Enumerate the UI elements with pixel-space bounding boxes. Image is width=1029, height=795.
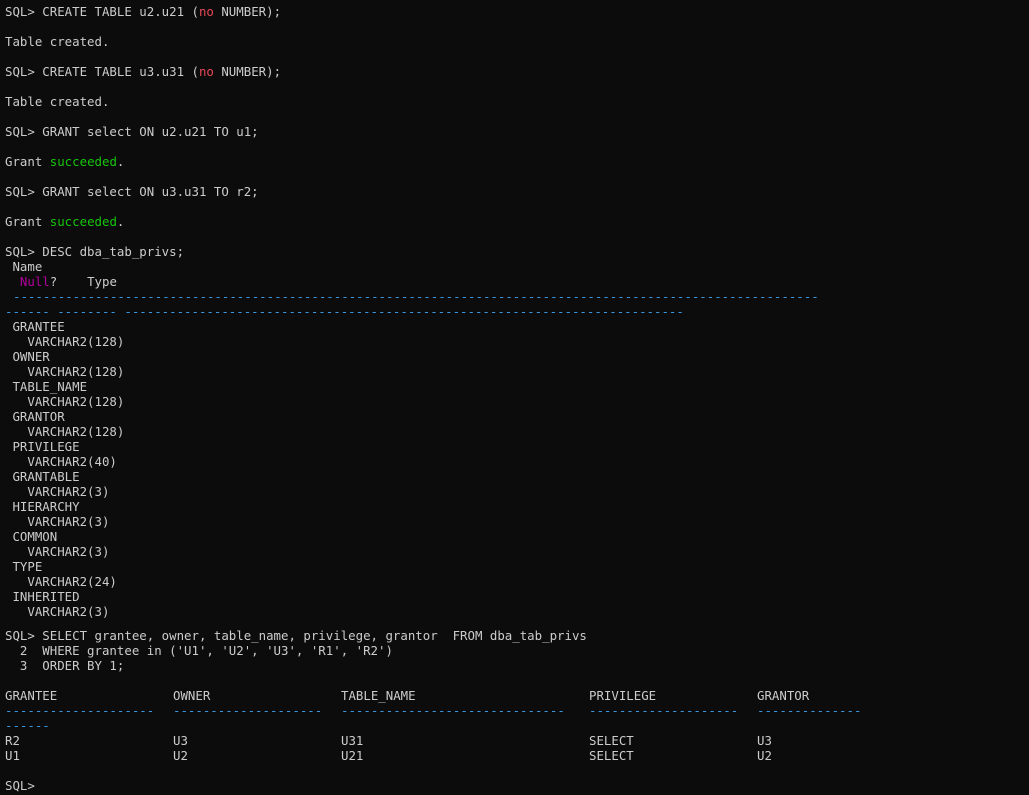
desc-header-null-type: Null? Type (5, 274, 117, 289)
desc-column-type: VARCHAR2(128) (5, 364, 125, 379)
type-label: ? Type (49, 274, 117, 289)
desc-header-name: Name (5, 259, 43, 274)
cell-grantee: U1 (5, 748, 20, 763)
desc-column-type: VARCHAR2(3) (5, 604, 110, 619)
cell-owner: U2 (173, 748, 188, 763)
report-header-grantor: GRANTOR (757, 688, 810, 703)
cell-owner: U3 (173, 733, 188, 748)
command-desc: SQL> DESC dba_tab_privs; (5, 244, 185, 259)
result-table-created: Table created. (5, 34, 110, 49)
desc-column-type: VARCHAR2(24) (5, 574, 117, 589)
cell-grantee: R2 (5, 733, 20, 748)
null-label: Null (19, 274, 50, 289)
command-select: SQL> SELECT grantee, owner, table_name, … (5, 628, 587, 643)
desc-column-name: INHERITED (5, 589, 80, 604)
cell-grantor: U3 (757, 733, 772, 748)
cell-privilege: SELECT (589, 733, 634, 748)
command-create-u2: SQL> CREATE TABLE u2.u21 (no NUMBER); (5, 4, 281, 19)
desc-rule-line: ----------------------------------------… (13, 289, 819, 304)
success-word: succeeded (49, 154, 117, 169)
report-header-grantee: GRANTEE (5, 688, 58, 703)
table-row: U1 U2 U21 SELECT U2 (5, 748, 1025, 763)
cell-table-name: U21 (341, 748, 364, 763)
cell-grantor: U2 (757, 748, 772, 763)
report-rule: -------------- (757, 703, 862, 718)
desc-column-type: VARCHAR2(3) (5, 514, 110, 529)
desc-column-name: TABLE_NAME (5, 379, 88, 394)
command-select-line: 2 WHERE grantee in ('U1', 'U2', 'U3', 'R… (5, 643, 393, 658)
report-rule: ------------------------------ (341, 703, 565, 718)
desc-column-name: HIERARCHY (5, 499, 80, 514)
desc-column-name: PRIVILEGE (5, 439, 80, 454)
terminal-window[interactable]: SQL> CREATE TABLE u2.u21 (no NUMBER); Ta… (0, 0, 1029, 795)
table-row: R2 U3 U31 SELECT U3 (5, 733, 1025, 748)
desc-column-name: GRANTOR (5, 409, 65, 424)
report-header-privilege: PRIVILEGE (589, 688, 657, 703)
result-text: Grant (5, 154, 50, 169)
keyword-no: no (198, 64, 214, 79)
report-header-table-name: TABLE_NAME (341, 688, 416, 703)
desc-column-type: VARCHAR2(128) (5, 424, 125, 439)
cell-table-name: U31 (341, 733, 364, 748)
desc-column-type: VARCHAR2(3) (5, 544, 110, 559)
result-text: . (116, 214, 125, 229)
desc-column-name: OWNER (5, 349, 50, 364)
report-header-owner: OWNER (173, 688, 211, 703)
command-text: SQL> CREATE TABLE u3.u31 ( (5, 64, 199, 79)
desc-column-name: GRANTABLE (5, 469, 80, 484)
desc-column-type: VARCHAR2(128) (5, 334, 125, 349)
report-rule: -------------------- (5, 703, 155, 718)
desc-column-name: GRANTEE (5, 319, 65, 334)
command-grant-u1: SQL> GRANT select ON u2.u21 TO u1; (5, 124, 259, 139)
keyword-no: no (198, 4, 214, 19)
command-prompt[interactable]: SQL> (5, 778, 42, 793)
cell-privilege: SELECT (589, 748, 634, 763)
report-header-row: GRANTEE OWNER TABLE_NAME PRIVILEGE GRANT… (5, 688, 1025, 703)
result-text: Grant (5, 214, 50, 229)
result-table-created: Table created. (5, 94, 110, 109)
desc-column-type: VARCHAR2(40) (5, 454, 117, 469)
command-text: NUMBER); (213, 4, 282, 19)
report-rule: -------------------- (589, 703, 739, 718)
result-text: . (116, 154, 125, 169)
command-grant-r2: SQL> GRANT select ON u3.u31 TO r2; (5, 184, 259, 199)
report-rule-row: -------------------- -------------------… (5, 703, 1025, 718)
command-text: NUMBER); (213, 64, 282, 79)
desc-column-type: VARCHAR2(3) (5, 484, 110, 499)
success-word: succeeded (49, 214, 117, 229)
desc-column-type: VARCHAR2(128) (5, 394, 125, 409)
result-grant-succeeded: Grant succeeded. (5, 214, 124, 229)
text-cursor[interactable] (35, 780, 42, 793)
command-text: SQL> CREATE TABLE u2.u21 ( (5, 4, 199, 19)
desc-column-name: COMMON (5, 529, 58, 544)
report-rule: -------------------- (173, 703, 323, 718)
command-create-u3: SQL> CREATE TABLE u3.u31 (no NUMBER); (5, 64, 281, 79)
command-select-line: 3 ORDER BY 1; (5, 658, 125, 673)
result-grant-succeeded: Grant succeeded. (5, 154, 124, 169)
desc-column-name: TYPE (5, 559, 43, 574)
desc-rule-line-wrap: ------ -------- ------------------------… (5, 304, 684, 319)
prompt-text: SQL> (5, 778, 35, 793)
report-rule-wrap: ------ (5, 718, 50, 733)
